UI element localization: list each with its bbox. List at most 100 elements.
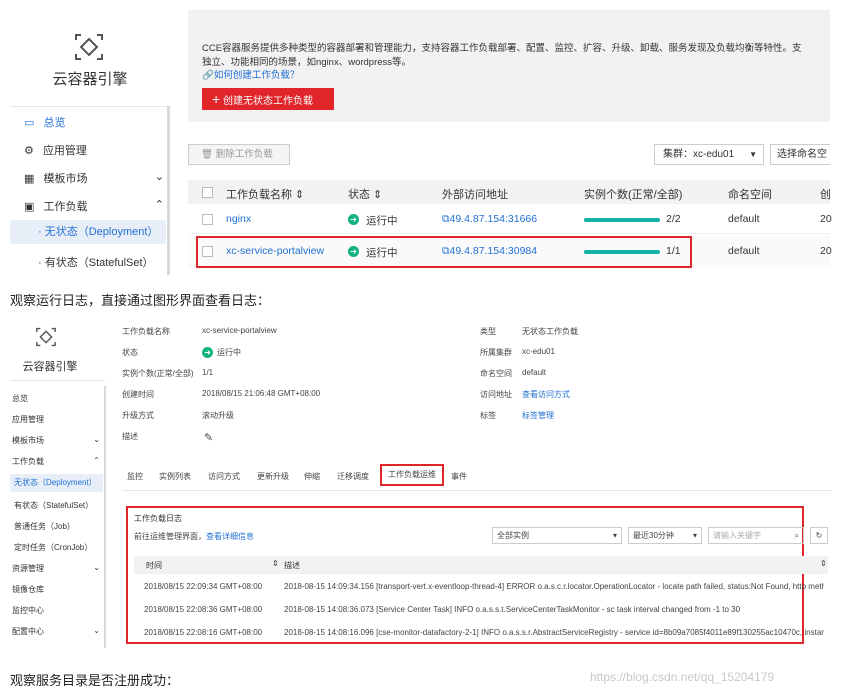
detail-row: 所属集群 xc-edu01 xyxy=(480,347,555,357)
tab-monitor[interactable]: 监控 xyxy=(127,471,143,482)
caret-down-icon: ▾ xyxy=(612,531,617,540)
apps-icon: ⚙ xyxy=(24,145,34,157)
log-title: 工作负载日志 xyxy=(134,514,182,523)
external-address-link[interactable]: ⧉49.4.87.154:30984 xyxy=(442,245,537,258)
sidebar-item-job[interactable]: 普通任务（Job） xyxy=(14,521,75,532)
tab-ops[interactable]: 工作负载运维 xyxy=(380,464,444,486)
detail-row: 访问地址 查看访问方式 xyxy=(480,389,570,400)
chevron-down-icon: ⌄ xyxy=(93,626,100,635)
col-name[interactable]: 工作负载名称 ⇕ xyxy=(226,186,304,202)
created-value: 20 xyxy=(820,245,832,257)
sidebar-item-monitoring[interactable]: 监控中心 xyxy=(12,605,44,616)
namespace-select[interactable]: 选择命名空 xyxy=(770,144,830,165)
tab-events[interactable]: 事件 xyxy=(451,471,467,482)
detail-row: 状态 ➜ 运行中 xyxy=(122,347,241,358)
log-search-input[interactable]: 请输入关键字 ⌕ xyxy=(708,527,804,544)
tab-scale[interactable]: 伸缩 xyxy=(304,471,320,482)
edit-icon[interactable]: ✎ xyxy=(204,431,213,444)
cluster-select[interactable]: 集群：xc-edu01 ▼ xyxy=(654,144,764,165)
status-text: 运行中 xyxy=(366,247,398,259)
external-link-icon: ⧉ xyxy=(442,213,450,225)
caret-down-icon: ▾ xyxy=(692,531,697,540)
sort-icon[interactable]: ⇕ xyxy=(272,559,279,568)
link-icon: 🔗 xyxy=(202,70,214,81)
cce-logo-icon xyxy=(34,326,58,348)
sidebar-item-templates[interactable]: 模板市场 ⌄ xyxy=(12,435,100,446)
tab-access[interactable]: 访问方式 xyxy=(208,471,240,482)
detail-row: 描述 ✎ xyxy=(122,431,214,444)
table-header: 工作负载名称 ⇕ 状态 ⇕ 外部访问地址 实例个数(正常/全部) 命名空间 创 xyxy=(188,180,831,204)
running-icon: ➜ xyxy=(202,347,213,358)
article-text: 观察服务目录是否注册成功： xyxy=(10,673,180,688)
monitor-icon: ▭ xyxy=(24,117,35,129)
instance-progress-bar xyxy=(584,218,660,222)
view-access-link[interactable]: 查看访问方式 xyxy=(522,389,570,400)
col-status[interactable]: 状态 ⇕ xyxy=(348,186,382,202)
sidebar-item-templates[interactable]: ▦ 模板市场 ⌄ xyxy=(24,170,164,186)
detail-row: 类型 无状态工作负载 xyxy=(480,327,578,336)
sidebar-item-apps[interactable]: ⚙ 应用管理 xyxy=(24,142,87,158)
sidebar-item-images[interactable]: 镜像仓库 xyxy=(12,584,44,595)
detail-row: 命名空间 default xyxy=(480,368,547,378)
workload-icon: ▣ xyxy=(24,201,35,213)
col-desc: 描述 xyxy=(284,561,300,570)
article-text: 观察运行日志，直接通过图形界面查看日志： xyxy=(10,293,271,308)
instance-count: 2/2 xyxy=(666,213,681,225)
create-deployment-button[interactable]: + 创建无状态工作负载 xyxy=(202,88,334,110)
sidebar-scrollbar[interactable] xyxy=(104,386,106,648)
external-link-icon: ⧉ xyxy=(442,245,450,257)
sidebar-item-config[interactable]: 配置中心 ⌄ xyxy=(12,626,100,637)
sidebar: 云容器引擎 ▭ 总览 ⚙ 应用管理 ▦ 模板市场 ⌄ ▣ 工作负载 ⌃ · 无状… xyxy=(10,10,178,275)
divider xyxy=(10,106,168,107)
instance-count: 1/1 xyxy=(666,245,681,257)
detail-row: 标签 标签管理 xyxy=(480,410,554,421)
workload-name-link[interactable]: nginx xyxy=(226,213,251,225)
tab-instances[interactable]: 实例列表 xyxy=(159,471,191,482)
chevron-down-icon: ⌄ xyxy=(93,435,100,444)
sidebar-scrollbar[interactable] xyxy=(167,106,170,275)
sidebar-item-statefulset[interactable]: 有状态（StatefulSet） xyxy=(14,500,93,511)
tab-upgrade[interactable]: 更新升级 xyxy=(257,471,289,482)
intro-text-line1: CCE容器服务提供多种类型的容器部署和管理能力，支持容器工作负载部署、配置、监控… xyxy=(202,43,802,54)
view-details-link[interactable]: 查看详细信息 xyxy=(206,532,254,541)
how-to-create-link[interactable]: 🔗如何创建工作负载？ xyxy=(202,67,299,81)
sidebar-item-workloads[interactable]: ▣ 工作负载 ⌃ xyxy=(24,198,164,214)
log-row: 2018/08/15 22:08:36 GMT+08:00 2018-08-15… xyxy=(144,605,741,614)
tab-scheduling[interactable]: 迁移调度 xyxy=(337,471,369,482)
sidebar-item-apps[interactable]: 应用管理 xyxy=(12,414,44,425)
time-range-select[interactable]: 最近30分钟 ▾ xyxy=(628,527,702,544)
row-checkbox[interactable] xyxy=(202,214,213,225)
grid-icon: ▦ xyxy=(24,173,35,185)
trash-icon: 🗑 xyxy=(201,149,214,160)
label-manage-link[interactable]: 标签管理 xyxy=(522,410,554,421)
log-subtitle: 前往运维管理界面，查看详细信息 xyxy=(134,532,254,541)
sidebar-item-statefulset[interactable]: · 有状态（StatefulSet） xyxy=(38,254,154,270)
sidebar-item-resources[interactable]: 资源管理 ⌄ xyxy=(12,563,100,574)
row-checkbox[interactable] xyxy=(202,246,213,257)
instance-select[interactable]: 全部实例 ▾ xyxy=(492,527,622,544)
instance-progress-bar xyxy=(584,250,660,254)
external-address-link[interactable]: ⧉49.4.87.154:31666 xyxy=(442,213,537,226)
sidebar-item-workloads[interactable]: 工作负载 ⌃ xyxy=(12,456,100,467)
sidebar-item-deployment[interactable]: 无状态（Deployment） xyxy=(10,474,103,492)
detail-right: 类型 无状态工作负载 所属集群 xc-edu01 命名空间 default 访问地址查… xyxy=(480,326,680,431)
sidebar-item-overview[interactable]: ▭ 总览 xyxy=(24,114,65,130)
sort-icon[interactable]: ⇕ xyxy=(820,559,827,568)
sidebar: 云容器引擎 总览 应用管理 模板市场 ⌄ 工作负载 ⌃ 无状态（Deployment… xyxy=(10,318,110,648)
sidebar-item-overview[interactable]: 总览 xyxy=(12,393,28,404)
col-time: 时间 xyxy=(146,561,162,570)
delete-workload-button[interactable]: 🗑 删除工作负载 xyxy=(188,144,290,165)
workload-name-link[interactable]: xc-service-portalview xyxy=(226,245,324,257)
col-instances: 实例个数(正常/全部) xyxy=(584,189,683,201)
running-icon: ➜ xyxy=(348,246,359,257)
sidebar-title: 云容器引擎 xyxy=(22,361,78,373)
divider xyxy=(10,380,105,381)
refresh-icon[interactable]: ↻ xyxy=(810,527,828,544)
created-value: 20 xyxy=(820,213,832,225)
sidebar-item-cronjob[interactable]: 定时任务（CronJob） xyxy=(14,542,92,553)
chevron-down-icon: ⌄ xyxy=(154,171,164,183)
plus-icon: + xyxy=(212,91,221,107)
sidebar-item-deployment[interactable]: · 无状态（Deployment） xyxy=(10,220,166,244)
select-all-checkbox[interactable] xyxy=(202,187,213,198)
log-row: 2018/08/15 22:08:16 GMT+08:00 2018-08-15… xyxy=(144,628,824,637)
